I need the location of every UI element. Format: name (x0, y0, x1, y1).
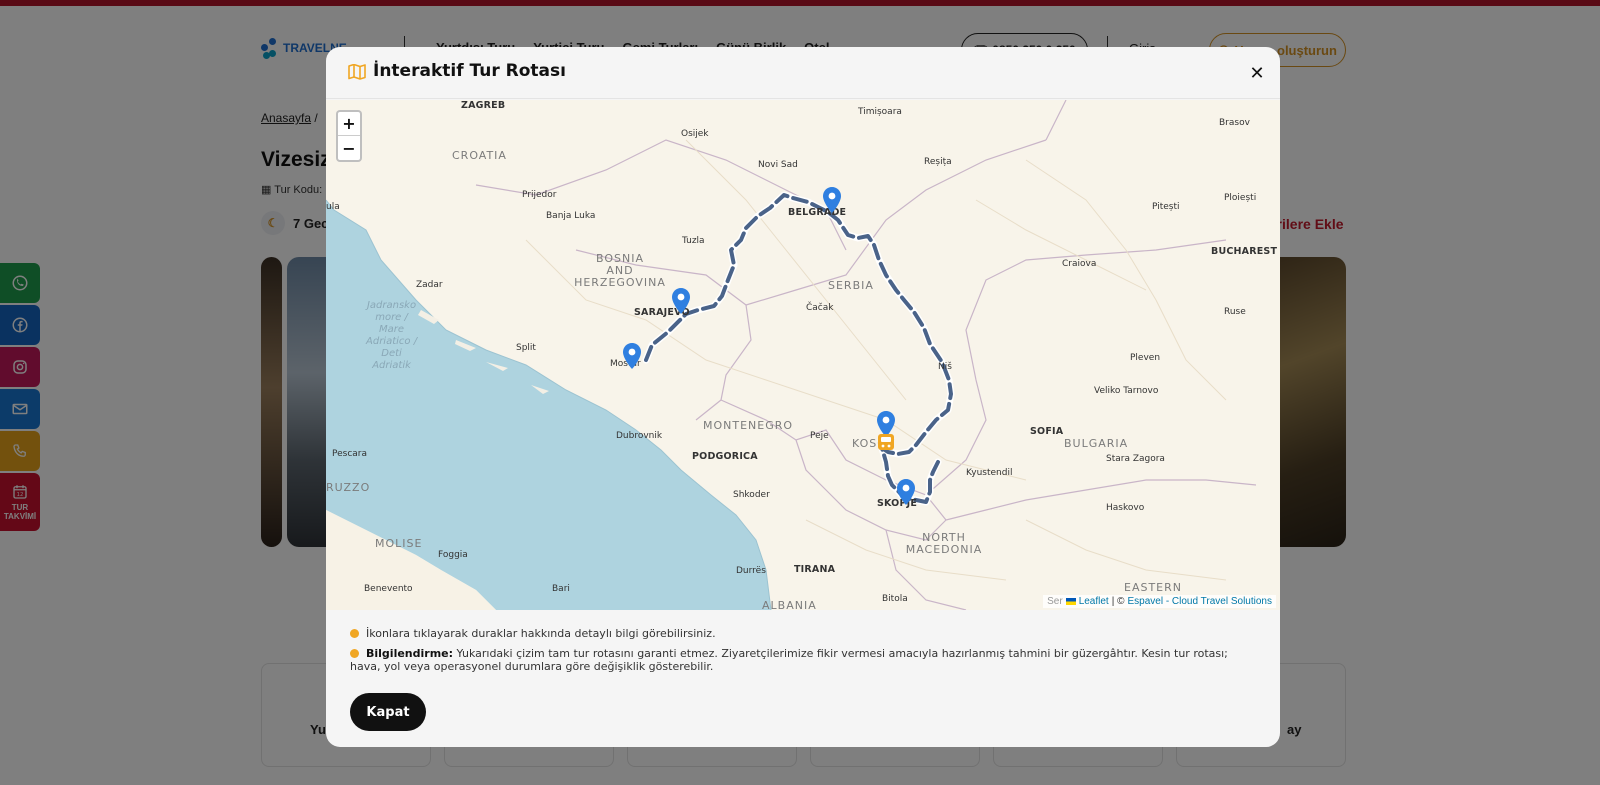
city-label: Veliko Tarnovo (1094, 386, 1159, 396)
location-pin-icon[interactable] (623, 343, 641, 369)
city-label: Split (516, 343, 536, 353)
route-modal: İnteraktif Tur Rotası ✕ Jadransko more /… (326, 47, 1280, 747)
ukraine-flag-icon (1065, 598, 1076, 605)
country-label: ALBANIA (762, 599, 817, 611)
city-label: Ploiești (1224, 193, 1257, 203)
info-dot-icon (350, 629, 359, 638)
country-label: SERBIA (828, 279, 874, 292)
city-label: Tuzla (682, 236, 705, 246)
close-button[interactable]: Kapat (350, 693, 426, 731)
city-label: Haskovo (1106, 503, 1145, 513)
city-label: ZAGREB (461, 100, 506, 111)
city-label: Bitola (882, 594, 908, 604)
city-label: Stara Zagora (1106, 454, 1165, 464)
city-label: Durrës (736, 566, 766, 576)
location-pin-icon[interactable] (672, 288, 690, 314)
city-label: Dubrovnik (616, 431, 663, 441)
country-label: EASTERN (1124, 581, 1182, 594)
city-label: Shkoder (733, 490, 770, 500)
country-label: RUZZO (326, 481, 371, 494)
zoom-in-button[interactable]: + (338, 112, 360, 136)
zoom-out-button[interactable]: − (338, 136, 360, 160)
country-label: BOSNIA AND HERZEGOVINA (574, 252, 666, 289)
city-label: Niš (938, 362, 952, 372)
city-label: Čačak (806, 303, 834, 313)
map-icon (348, 64, 366, 80)
city-label: Foggia (438, 550, 468, 560)
disclaimer-label: Bilgilendirme: (366, 647, 454, 660)
city-label: Benevento (364, 584, 413, 594)
attribution-separator: | © (1111, 596, 1125, 607)
city-label: Reșița (924, 157, 952, 167)
city-label: TIRANA (794, 564, 836, 575)
info-dot-icon (350, 649, 359, 658)
city-label: Novi Sad (758, 160, 798, 170)
disclaimer-body: Yukarıdaki çizim tam tur rotasını garant… (350, 647, 1228, 673)
city-label: Banja Luka (546, 211, 596, 221)
location-pin-icon[interactable] (823, 187, 841, 213)
city-label: Pescara (332, 449, 368, 459)
country-label: BULGARIA (1064, 437, 1129, 450)
espavel-link[interactable]: Espavel - Cloud Travel Solutions (1127, 596, 1272, 607)
close-icon[interactable]: ✕ (1244, 60, 1270, 86)
city-label: Osijek (681, 129, 709, 139)
city-label: Pitești (1152, 202, 1180, 212)
city-label: PODGORICA (692, 451, 758, 462)
disclaimer-text: Bilgilendirme: Yukarıdaki çizim tam tur … (350, 647, 1250, 673)
modal-title: İnteraktif Tur Rotası (373, 61, 566, 81)
sea-label: Jadransko more / Mare Adriatico / Deti A… (366, 300, 418, 371)
country-label: CROATIA (452, 149, 507, 162)
city-label: Timișoara (858, 107, 902, 117)
country-label: MONTENEGRO (703, 419, 794, 432)
attribution-prefix: Ser (1047, 596, 1063, 607)
location-pin-icon[interactable] (897, 479, 915, 505)
city-label: Pleven (1130, 353, 1161, 363)
bus-icon[interactable] (877, 433, 895, 451)
route-map[interactable]: Jadransko more / Mare Adriatico / Deti A… (326, 100, 1280, 610)
country-label: NORTH MACEDONIA (905, 531, 983, 556)
modal-header: İnteraktif Tur Rotası ✕ (326, 47, 1280, 99)
city-label: Prijedor (522, 190, 557, 200)
info-text: İkonlara tıklayarak duraklar hakkında de… (366, 627, 716, 640)
zoom-control: + − (336, 110, 362, 162)
city-label: Brasov (1219, 118, 1250, 128)
city-label: Craiova (1062, 259, 1097, 269)
info-note: İkonlara tıklayarak duraklar hakkında de… (350, 627, 716, 640)
disclaimer-note: Bilgilendirme: Yukarıdaki çizim tam tur … (350, 647, 1250, 673)
map-attribution: Ser Leaflet | © Espavel - Cloud Travel S… (1043, 595, 1276, 608)
city-label: SOFIA (1030, 426, 1064, 437)
city-label: ula (326, 202, 340, 212)
city-label: Kyustendil (966, 468, 1013, 478)
country-label: MOLISE (375, 537, 423, 550)
city-label: Bari (552, 584, 570, 594)
city-label: Zadar (416, 280, 443, 290)
leaflet-link[interactable]: Leaflet (1079, 596, 1109, 607)
city-label: BUCHAREST (1211, 246, 1278, 257)
city-label: Ruse (1224, 307, 1246, 317)
city-label: Peje (810, 431, 829, 441)
